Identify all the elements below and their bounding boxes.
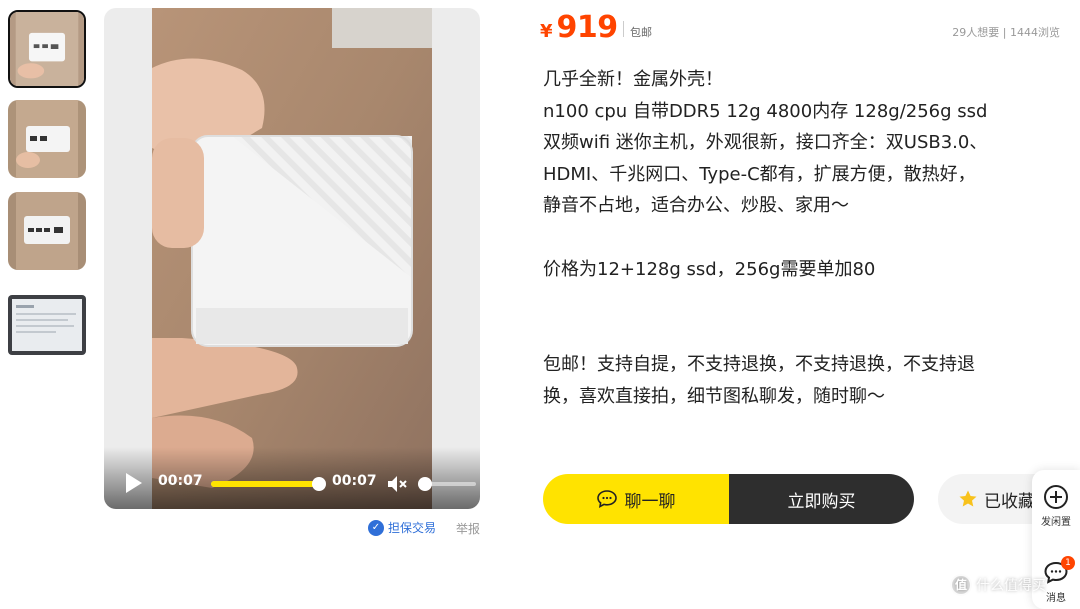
- thumbnail-2[interactable]: [8, 100, 86, 178]
- publish-item-button[interactable]: 发闲置: [1032, 484, 1080, 528]
- publish-label: 发闲置: [1041, 517, 1071, 528]
- messages-label: 消息: [1046, 593, 1066, 604]
- volume-muted-icon[interactable]: [388, 475, 408, 493]
- shipping-label: 包邮: [630, 26, 652, 39]
- volume-slider[interactable]: [418, 477, 476, 491]
- price-amount: 919: [556, 10, 619, 45]
- video-frame: [152, 8, 432, 509]
- desc-line: 换，喜欢直接拍，细节图私聊发，随时聊～: [543, 385, 885, 407]
- thumbnail-1[interactable]: [8, 10, 86, 88]
- currency-symbol: ¥: [540, 21, 553, 42]
- desc-price-note: 价格为12+128g ssd，256g需要单加80: [543, 258, 876, 280]
- current-time: 00:07: [158, 473, 203, 489]
- video-progress-bar[interactable]: [211, 477, 326, 491]
- buy-label: 立即购买: [787, 491, 856, 512]
- watermark-text: 什么值得买: [976, 578, 1046, 594]
- video-controls: 00:07 00:07: [104, 447, 480, 509]
- video-player[interactable]: 00:07 00:07: [104, 8, 480, 509]
- guarantee-link[interactable]: ✓ 担保交易: [368, 519, 436, 536]
- play-icon[interactable]: [126, 473, 142, 493]
- price: ¥ 919: [540, 10, 618, 45]
- thumbnail-4[interactable]: [8, 295, 86, 355]
- report-link[interactable]: 举报: [456, 520, 480, 537]
- watermark-logo: 值: [950, 574, 972, 596]
- plus-circle-icon: [1044, 485, 1068, 509]
- chat-label: 聊一聊: [624, 491, 676, 512]
- desc-line: 双频wifi 迷你主机，外观很新，接口齐全：双USB3.0、: [543, 132, 988, 153]
- watermark: 值 什么值得买: [950, 574, 1046, 596]
- message-badge: 1: [1061, 556, 1075, 570]
- duration-time: 00:07: [332, 473, 377, 489]
- progress-fill: [211, 481, 319, 487]
- view-stats: 29人想要 | 1444浏览: [952, 26, 1060, 39]
- chat-bubble-icon: [596, 490, 617, 508]
- progress-knob[interactable]: [312, 477, 326, 491]
- thumbnail-3[interactable]: [8, 192, 86, 270]
- chat-button[interactable]: 聊一聊: [543, 474, 729, 524]
- guarantee-label: 担保交易: [388, 521, 437, 535]
- desc-line: HDMI、千兆网口、Type-C都有，扩展方便，散热好，: [543, 163, 976, 185]
- volume-knob[interactable]: [418, 477, 432, 491]
- shield-icon: ✓: [368, 519, 384, 536]
- desc-line: n100 cpu 自带DDR5 12g 4800内存 128g/256g ssd: [543, 100, 988, 122]
- price-divider: [623, 21, 624, 37]
- favorite-label: 已收藏: [984, 491, 1035, 512]
- desc-line: 几乎全新！金属外壳！: [543, 69, 723, 90]
- product-description: 几乎全新！金属外壳！ n100 cpu 自带DDR5 12g 4800内存 12…: [543, 64, 1068, 412]
- desc-line: 静音不占地，适合办公、炒股、家用～: [543, 195, 849, 216]
- buy-now-button[interactable]: 立即购买: [729, 474, 914, 524]
- star-icon: [959, 490, 977, 507]
- desc-line: 包邮！支持自提，不支持退换，不支持退换，不支持退: [543, 354, 975, 375]
